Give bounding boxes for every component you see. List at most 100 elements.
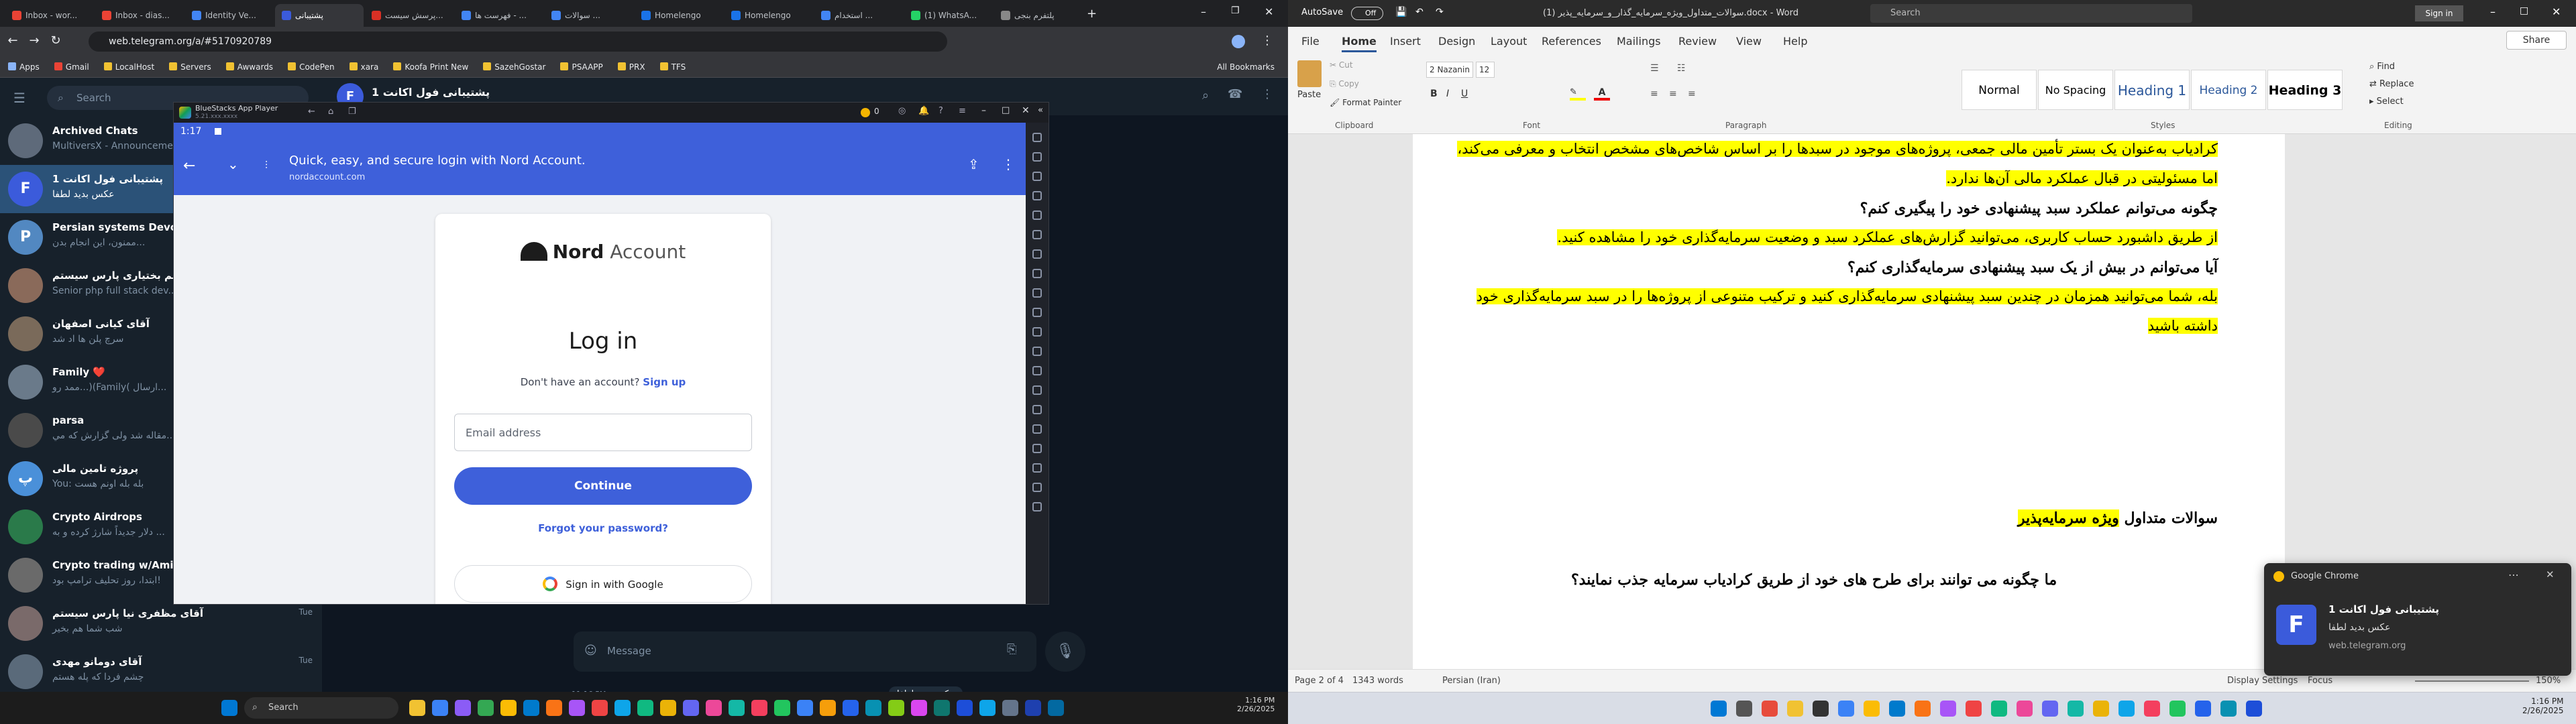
share-button[interactable]: Share	[2506, 31, 2567, 50]
language[interactable]: Persian (Iran)	[1442, 676, 1501, 686]
find-button[interactable]: ⌕ Find	[2369, 62, 2395, 72]
close-icon[interactable]: ✕	[1022, 105, 1030, 116]
call-icon[interactable]: ☎	[1228, 87, 1242, 101]
font-size-select[interactable]: 12	[1476, 62, 1495, 78]
app-icon[interactable]	[432, 700, 448, 716]
tab-7[interactable]: Homelengo	[635, 4, 723, 27]
close-icon[interactable]: ✕	[2552, 5, 2561, 18]
google-signin-button[interactable]: Sign in with Google	[454, 565, 752, 603]
app-icon[interactable]	[1813, 701, 1829, 717]
autosave-toggle[interactable]: Off	[1351, 7, 1383, 20]
align-left-icon[interactable]: ≡	[1650, 88, 1658, 99]
app-icon[interactable]	[1762, 701, 1778, 717]
file-explorer-icon[interactable]	[409, 700, 425, 716]
app-icon[interactable]	[797, 700, 813, 716]
app-icon[interactable]	[729, 700, 745, 716]
app-icon[interactable]	[1915, 701, 1931, 717]
more-icon[interactable]: ⋮	[1002, 156, 1015, 172]
align-right-icon[interactable]: ≡	[1688, 88, 1696, 99]
bookmark-localhost[interactable]: LocalHost	[103, 62, 154, 72]
menu-layout[interactable]: Layout	[1491, 35, 1527, 48]
tool-icon[interactable]	[1032, 308, 1042, 317]
tool-icon[interactable]	[1032, 405, 1042, 414]
tool-icon[interactable]	[1032, 133, 1042, 142]
tab-6[interactable]: سوالات ...	[545, 4, 633, 27]
menu-view[interactable]: View	[1736, 35, 1762, 48]
chat-title[interactable]: پشتیبانی فول اکانت 1	[372, 86, 490, 99]
message-input[interactable]: Message	[607, 645, 651, 657]
close-icon[interactable]: ✕	[2546, 568, 2555, 581]
more-icon[interactable]: ⋮	[1261, 87, 1273, 101]
app-icon[interactable]	[2195, 701, 2211, 717]
minimize-icon[interactable]: –	[981, 105, 986, 116]
app-icon[interactable]	[2042, 701, 2058, 717]
copy-button[interactable]: ⎘ Copy	[1330, 79, 1359, 89]
app-icon[interactable]	[546, 700, 562, 716]
tool-icon[interactable]	[1032, 152, 1042, 162]
paste-icon[interactable]	[1297, 60, 1322, 87]
chevron-down-icon[interactable]: ⌄	[227, 156, 239, 172]
tab-11[interactable]: پلتفرم بنجی	[994, 4, 1083, 27]
clock-right[interactable]: 1:16 PM 2/26/2025	[2522, 697, 2564, 715]
menu-mailings[interactable]: Mailings	[1617, 35, 1661, 48]
chat-list-item[interactable]: آقای دومانو مهدی چشم فردا که پله هستم Tue	[0, 648, 322, 696]
emoji-icon[interactable]: ☺	[584, 644, 597, 658]
signin-button[interactable]: Sign in	[2415, 5, 2463, 21]
italic-button[interactable]: I	[1446, 88, 1449, 99]
save-icon[interactable]: 💾	[1395, 7, 1407, 17]
menu-file[interactable]: File	[1301, 35, 1320, 48]
tool-icon[interactable]	[1032, 172, 1042, 181]
attach-icon[interactable]: ⎘	[1007, 642, 1016, 656]
cut-button[interactable]: ✂ Cut	[1330, 60, 1353, 70]
tool-icon[interactable]	[1032, 385, 1042, 395]
profile-avatar[interactable]	[1232, 35, 1245, 48]
style-heading-1[interactable]: Heading 1	[2114, 70, 2190, 110]
filter-icon[interactable]: ⫶	[265, 159, 268, 172]
app-icon[interactable]	[774, 700, 790, 716]
all-bookmarks[interactable]: All Bookmarks	[1217, 62, 1275, 72]
home-icon[interactable]: ⌂	[328, 107, 333, 117]
menu-design[interactable]: Design	[1438, 35, 1475, 48]
tool-icon[interactable]	[1032, 327, 1042, 337]
account-icon[interactable]: ◎	[898, 106, 906, 116]
highlight-button[interactable]: ✎	[1570, 87, 1586, 101]
tab-8[interactable]: Homelengo	[724, 4, 813, 27]
app-icon[interactable]	[660, 700, 676, 716]
menu-home[interactable]: Home	[1342, 35, 1377, 52]
app-icon[interactable]	[979, 700, 996, 716]
more-icon[interactable]: ⋯	[2508, 568, 2519, 581]
search-icon[interactable]	[1736, 701, 1752, 717]
app-icon[interactable]	[2144, 701, 2160, 717]
app-icon[interactable]	[751, 700, 767, 716]
bookmark-gmail[interactable]: Gmail	[54, 62, 89, 72]
zoom-level[interactable]: 150%	[2536, 676, 2561, 686]
redo-icon[interactable]: ↷	[1436, 7, 1444, 17]
search-icon[interactable]: ⌕	[1202, 88, 1209, 103]
help-icon[interactable]: ?	[938, 106, 943, 116]
app-icon[interactable]	[843, 700, 859, 716]
sidebar-toggle-icon[interactable]: «	[1038, 105, 1043, 115]
bookmark-sazehgostar[interactable]: SazehGostar	[483, 62, 545, 72]
start-icon[interactable]	[1711, 701, 1727, 717]
style-heading-2[interactable]: Heading 2	[2191, 70, 2266, 110]
word-search[interactable]: Search	[1870, 4, 2192, 23]
back-icon[interactable]: ←	[308, 107, 315, 117]
tool-icon[interactable]	[1032, 502, 1042, 511]
tab-3[interactable]: پشتیبانی	[275, 4, 364, 27]
style-heading-3[interactable]: Heading 3	[2267, 70, 2343, 110]
app-icon[interactable]	[2169, 701, 2186, 717]
app-icon[interactable]	[2220, 701, 2237, 717]
paste-button[interactable]: Paste	[1297, 90, 1321, 100]
focus-mode[interactable]: Focus	[2308, 676, 2332, 686]
continue-button[interactable]: Continue	[454, 467, 752, 505]
tab-4[interactable]: پرسش سیست...	[365, 4, 453, 27]
bookmark-xara[interactable]: xara	[349, 62, 378, 72]
app-icon[interactable]	[2017, 701, 2033, 717]
menu-icon[interactable]: ≡	[959, 106, 966, 116]
mic-icon[interactable]: 🎙	[1045, 631, 1085, 672]
share-icon[interactable]: ⇪	[968, 156, 979, 172]
new-tab-button[interactable]: +	[1087, 7, 1097, 21]
tool-icon[interactable]	[1032, 463, 1042, 473]
tool-icon[interactable]	[1032, 483, 1042, 492]
app-icon[interactable]	[614, 700, 631, 716]
